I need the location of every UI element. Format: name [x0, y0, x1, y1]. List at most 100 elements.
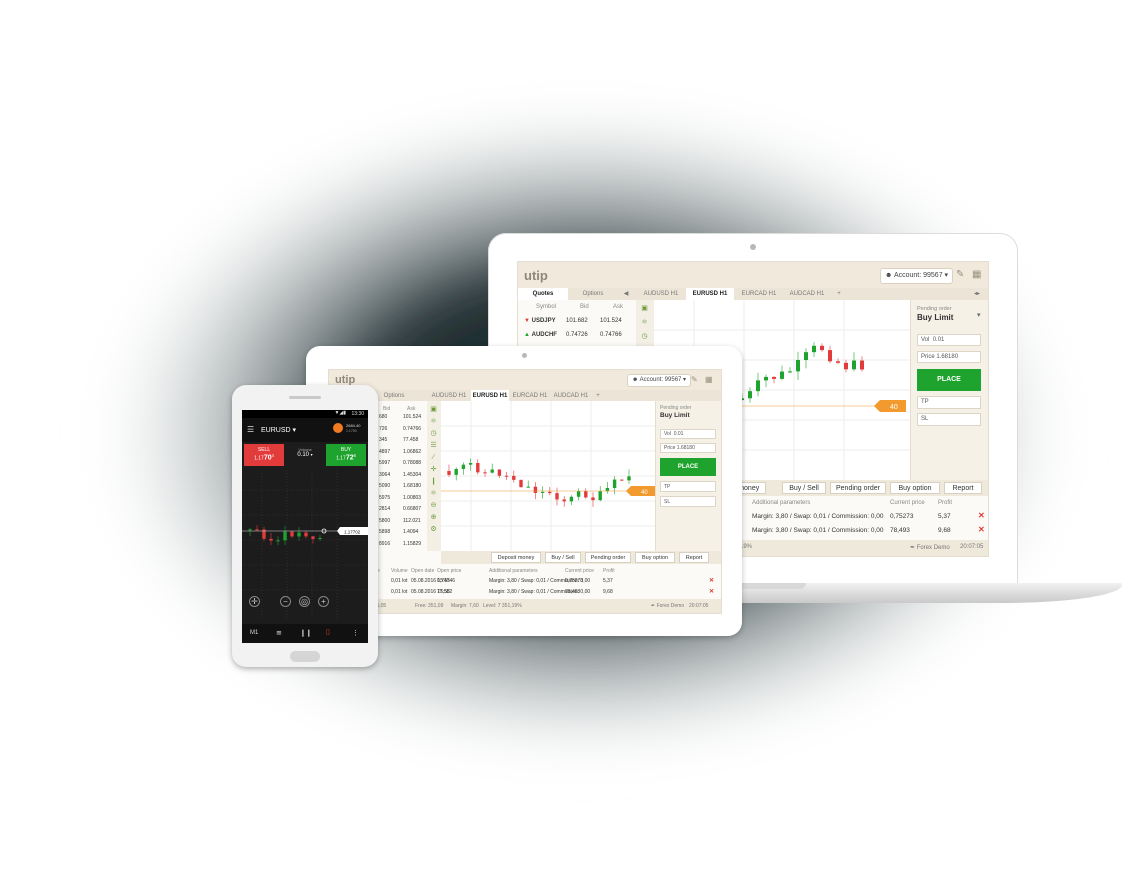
quote-bid[interactable]: 4897	[379, 449, 390, 455]
add-tab-icon[interactable]: +	[832, 288, 846, 300]
take-profit-field[interactable]: TP	[917, 396, 981, 409]
candles-icon[interactable]: ❙	[429, 477, 438, 486]
quote-ask[interactable]: 1.45304	[403, 472, 421, 478]
quote-ask[interactable]: 101.524	[403, 414, 421, 420]
sell-button[interactable]: SELL 1.17704	[244, 444, 284, 466]
tab-scroll-icon[interactable]: ◂▸	[970, 288, 984, 300]
quote-row[interactable]: ▲ AUDCHF	[524, 332, 557, 338]
crosshair-icon[interactable]: ✛	[249, 596, 260, 607]
menu-icon[interactable]: ☰	[247, 425, 254, 434]
cell-open[interactable]: 0,74746	[437, 578, 455, 584]
quote-bid[interactable]: 3064	[379, 472, 390, 478]
quote-bid[interactable]: 5898	[379, 529, 390, 535]
chart-type-icon[interactable]: ▣	[429, 405, 438, 414]
quote-bid[interactable]: 726	[379, 426, 387, 432]
indicators-icon[interactable]: ⚛	[640, 318, 649, 327]
row-price[interactable]: 0,75273	[890, 513, 914, 520]
row-profit[interactable]: 5,37	[938, 513, 951, 520]
tab-quotes[interactable]: Quotes	[518, 288, 568, 300]
zoom-out-icon[interactable]: −	[280, 596, 291, 607]
crosshair-icon[interactable]: ✛	[429, 465, 438, 474]
zoom-in-icon[interactable]: ⊕	[429, 513, 438, 522]
symbol-selector[interactable]: EURUSD ▾	[261, 426, 296, 434]
chart-type-icon[interactable]: ❙❙	[300, 629, 312, 637]
quote-bid[interactable]: 5997	[379, 460, 390, 466]
close-position-icon[interactable]: ✕	[978, 511, 985, 520]
quote-ask[interactable]: 0.74766	[403, 426, 421, 432]
cell-price[interactable]: 0,75273	[565, 578, 583, 584]
close-position-icon[interactable]: ✕	[709, 588, 714, 595]
cell-volume[interactable]: 0,01 lot	[391, 589, 407, 595]
layout-grid-icon[interactable]: ▦	[972, 269, 981, 280]
volume-field[interactable]: Vol 0.01	[917, 334, 981, 346]
quote-ask[interactable]: 101.524	[600, 318, 622, 324]
close-position-icon[interactable]: ✕	[709, 577, 714, 584]
quote-bid[interactable]: 5975	[379, 495, 390, 501]
price-field[interactable]: Price 1.68180	[660, 443, 716, 453]
pending-order-button[interactable]: Pending order	[585, 552, 631, 563]
order-type-select[interactable]: Buy Limit	[917, 313, 953, 322]
tab-eurcad[interactable]: EURCAD H1	[511, 390, 549, 401]
tab-audcad[interactable]: AUDCAD H1	[784, 288, 830, 300]
quote-bid[interactable]: 101.682	[566, 318, 588, 324]
tab-audusd[interactable]: AUDUSD H1	[429, 390, 469, 401]
more-icon[interactable]: ⋮	[352, 629, 359, 637]
text-icon[interactable]: ☰	[429, 441, 438, 450]
indicators-icon[interactable]: ≌	[276, 629, 282, 637]
tab-eurusd[interactable]: EURUSD H1	[471, 390, 509, 401]
quote-bid[interactable]: 0.74726	[566, 332, 588, 338]
quote-ask[interactable]: 1.4094	[403, 529, 418, 535]
buy-button[interactable]: BUY 1.17726	[326, 444, 366, 466]
quote-ask[interactable]: 1.00803	[403, 495, 421, 501]
tab-audusd[interactable]: AUDUSD H1	[638, 288, 684, 300]
clock-icon[interactable]: ◷	[429, 429, 438, 438]
settings-icon[interactable]: ⚙	[429, 525, 438, 534]
chart-type-icon[interactable]: ▣	[640, 304, 649, 313]
order-type-select[interactable]: Buy Limit	[660, 412, 690, 419]
close-position-icon[interactable]: ✕	[978, 525, 985, 534]
tab-audcad[interactable]: AUDCAD H1	[551, 390, 591, 401]
buy-option-button[interactable]: Buy option	[890, 482, 940, 494]
price-field[interactable]: Price 1.68180	[917, 351, 981, 363]
place-button[interactable]: PLACE	[917, 369, 981, 391]
deposit-money-button[interactable]: Deposit money	[491, 552, 541, 563]
place-button[interactable]: PLACE	[660, 458, 716, 476]
row-params[interactable]: Margin: 3,80 / Swap: 0,01 / Commission: …	[752, 513, 884, 520]
avatar[interactable]	[333, 423, 343, 433]
take-profit-field[interactable]: TP	[660, 481, 716, 492]
home-button[interactable]	[290, 651, 320, 662]
account-selector[interactable]: ☻ Account: 99567 ▾	[627, 374, 692, 387]
quote-ask[interactable]: 1.06862	[403, 449, 421, 455]
volume-field[interactable]: Vol 0.01	[660, 429, 716, 439]
quote-bid[interactable]: 8916	[379, 541, 390, 547]
layout-grid-icon[interactable]: ▦	[705, 375, 713, 384]
add-tab-icon[interactable]: +	[593, 390, 603, 401]
buy-sell-button[interactable]: Buy / Sell	[782, 482, 826, 494]
quote-ask[interactable]: 1.68180	[403, 483, 421, 489]
quote-ask[interactable]: 0.78088	[403, 460, 421, 466]
report-button[interactable]: Report	[944, 482, 982, 494]
timeframe-button[interactable]: M1	[250, 630, 258, 636]
quote-ask[interactable]: 0.74766	[600, 332, 622, 338]
report-button[interactable]: Report	[679, 552, 709, 563]
tab-options[interactable]: Options	[379, 390, 409, 401]
cell-profit[interactable]: 5,37	[603, 578, 613, 584]
row-price[interactable]: 78,493	[890, 527, 910, 534]
quote-ask[interactable]: 77.458	[403, 437, 418, 443]
quote-bid[interactable]: 5090	[379, 483, 390, 489]
collapse-icon[interactable]: ◀	[620, 288, 632, 300]
edit-icon[interactable]: ✎	[691, 375, 698, 384]
tab-eurcad[interactable]: EURCAD H1	[736, 288, 782, 300]
quote-bid[interactable]: 5800	[379, 518, 390, 524]
cell-price[interactable]: 78,493	[565, 589, 580, 595]
row-profit[interactable]: 9,68	[938, 527, 951, 534]
cell-volume[interactable]: 0,01 lot	[391, 578, 407, 584]
pending-order-button[interactable]: Pending order	[830, 482, 886, 494]
account-selector[interactable]: ☻ Account: 99567 ▾	[880, 268, 954, 284]
tablet-chart[interactable]: 40	[441, 401, 655, 551]
objects-icon[interactable]: ⚛	[429, 489, 438, 498]
volume-control[interactable]: Volume 0.10 ▾	[286, 444, 324, 466]
indicators-icon[interactable]: ⚛	[429, 417, 438, 426]
cell-open[interactable]: 77,582	[437, 589, 452, 595]
edit-icon[interactable]: ✎	[956, 269, 964, 280]
